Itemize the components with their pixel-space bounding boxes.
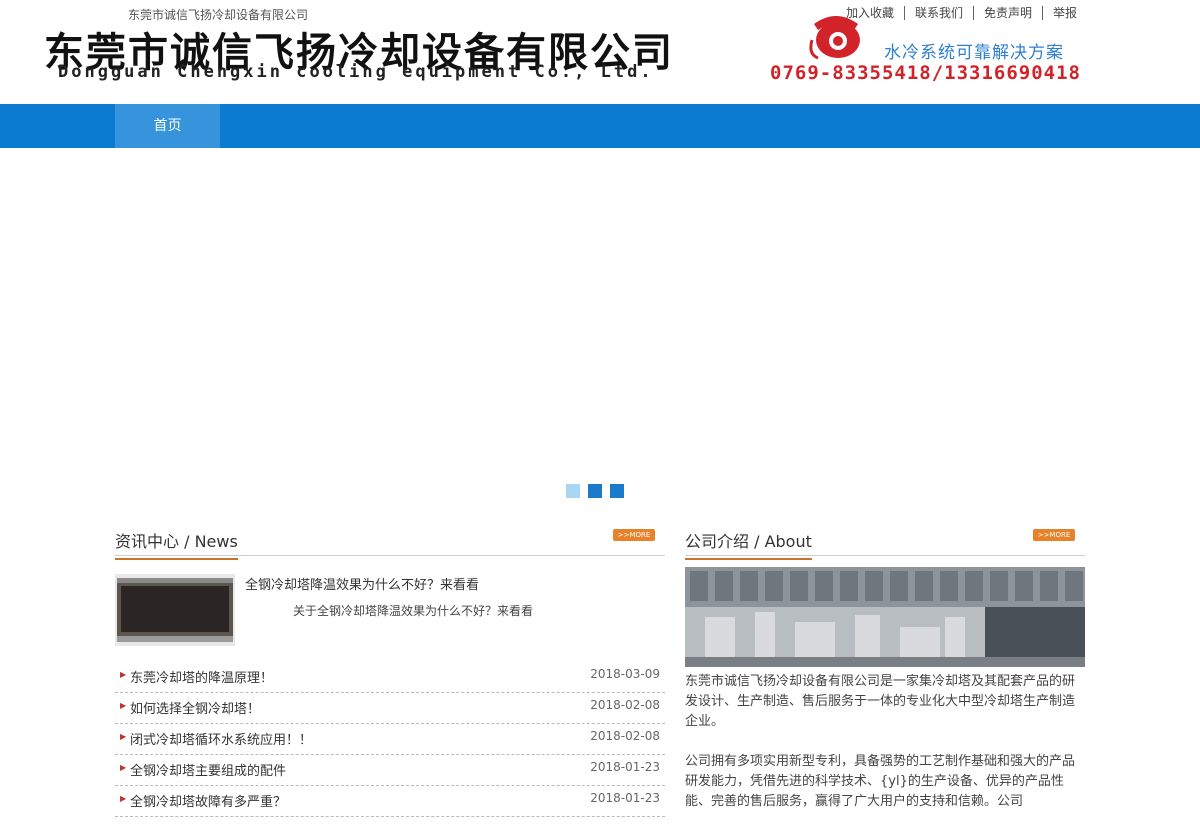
- header: 东莞市诚信飞扬冷却设备有限公司 东莞市诚信飞扬冷却设备有限公司 Dongguan…: [0, 0, 1200, 104]
- list-item[interactable]: ▶ 如何选择全钢冷却塔！ 2018-02-08: [115, 693, 665, 724]
- news-item-title[interactable]: 全钢冷却塔故障有多严重？: [130, 791, 286, 810]
- about-text: 东莞市诚信飞扬冷却设备有限公司是一家集冷却塔及其配套产品的研发设计、生产制造、售…: [685, 672, 1085, 832]
- hotline-number: 0769-83355418/13316690418: [770, 62, 1081, 84]
- news-item-date: 2018-02-08: [590, 698, 660, 712]
- about-more-button[interactable]: >>MORE: [1033, 529, 1075, 541]
- about-header: 公司介绍 / About >>MORE: [685, 522, 1085, 560]
- slider-dot-2[interactable]: [588, 484, 602, 498]
- disclaimer-link[interactable]: 免责声明: [974, 6, 1044, 20]
- contact-link[interactable]: 联系我们: [905, 6, 975, 20]
- news-item-date: 2018-02-08: [590, 729, 660, 743]
- bullet-icon: ▶: [120, 732, 127, 741]
- featured-news-title[interactable]: 全钢冷却塔降温效果为什么不好？来看看: [245, 574, 479, 593]
- news-item-date: 2018-01-23: [590, 760, 660, 774]
- news-title-en: / News: [179, 532, 238, 551]
- news-header: 资讯中心 / News >>MORE: [115, 522, 665, 560]
- list-item[interactable]: ▶ 闭式冷却塔循环水系统应用！！ 2018-02-08: [115, 724, 665, 755]
- news-title: 资讯中心 / News: [115, 528, 238, 560]
- slider-dot-3[interactable]: [610, 484, 624, 498]
- news-item-title[interactable]: 全钢冷却塔主要组成的配件: [130, 760, 286, 779]
- bullet-icon: ▶: [120, 794, 127, 803]
- featured-news-desc: 关于全钢冷却塔降温效果为什么不好？来看看: [293, 604, 534, 618]
- about-paragraph-1: 东莞市诚信飞扬冷却设备有限公司是一家集冷却塔及其配套产品的研发设计、生产制造、售…: [685, 674, 1076, 729]
- about-title: 公司介绍 / About: [685, 528, 812, 560]
- news-list: ▶ 东莞冷却塔的降温原理！ 2018-03-09 ▶ 如何选择全钢冷却塔！ 20…: [115, 662, 665, 817]
- about-paragraph-2: 公司拥有多项实用新型专利，具备强势的工艺制作基础和强大的产品研发能力，凭借先进的…: [685, 754, 1076, 809]
- bullet-icon: ▶: [120, 670, 127, 679]
- news-item-title[interactable]: 闭式冷却塔循环水系统应用！！: [130, 729, 312, 748]
- bullet-icon: ▶: [120, 701, 127, 710]
- news-more-button[interactable]: >>MORE: [613, 529, 655, 541]
- nav-item-home[interactable]: 首页: [115, 104, 220, 148]
- bullet-icon: ▶: [120, 763, 127, 772]
- news-item-date: 2018-03-09: [590, 667, 660, 681]
- slider-dots: [566, 484, 624, 498]
- about-title-cn: 公司介绍: [685, 532, 750, 551]
- report-link[interactable]: 举报: [1043, 6, 1087, 20]
- slider-dot-1[interactable]: [566, 484, 580, 498]
- featured-news-thumbnail[interactable]: [115, 574, 235, 646]
- logo-english: Dongguan Chengxin cooling equipment Co.,…: [58, 62, 654, 82]
- telephone-icon: [809, 16, 860, 60]
- news-item-title[interactable]: 如何选择全钢冷却塔！: [130, 698, 260, 717]
- banner-slider: [0, 148, 1200, 508]
- about-title-en: / About: [749, 532, 812, 551]
- slogan: 水冷系统可靠解决方案: [884, 43, 1064, 63]
- featured-news[interactable]: 全钢冷却塔降温效果为什么不好？来看看 关于全钢冷却塔降温效果为什么不好？来看看: [115, 566, 665, 648]
- list-item[interactable]: ▶ 东莞冷却塔的降温原理！ 2018-03-09: [115, 662, 665, 693]
- about-company-image: [685, 567, 1085, 667]
- top-links: 加入收藏 联系我们 免责声明 举报: [836, 6, 1087, 20]
- news-title-cn: 资讯中心: [115, 532, 180, 551]
- list-item[interactable]: ▶ 全钢冷却塔故障有多严重？ 2018-01-23: [115, 786, 665, 817]
- news-item-date: 2018-01-23: [590, 791, 660, 805]
- main-nav: 首页: [0, 104, 1200, 148]
- news-item-title[interactable]: 东莞冷却塔的降温原理！: [130, 667, 273, 686]
- list-item[interactable]: ▶ 全钢冷却塔主要组成的配件 2018-01-23: [115, 755, 665, 786]
